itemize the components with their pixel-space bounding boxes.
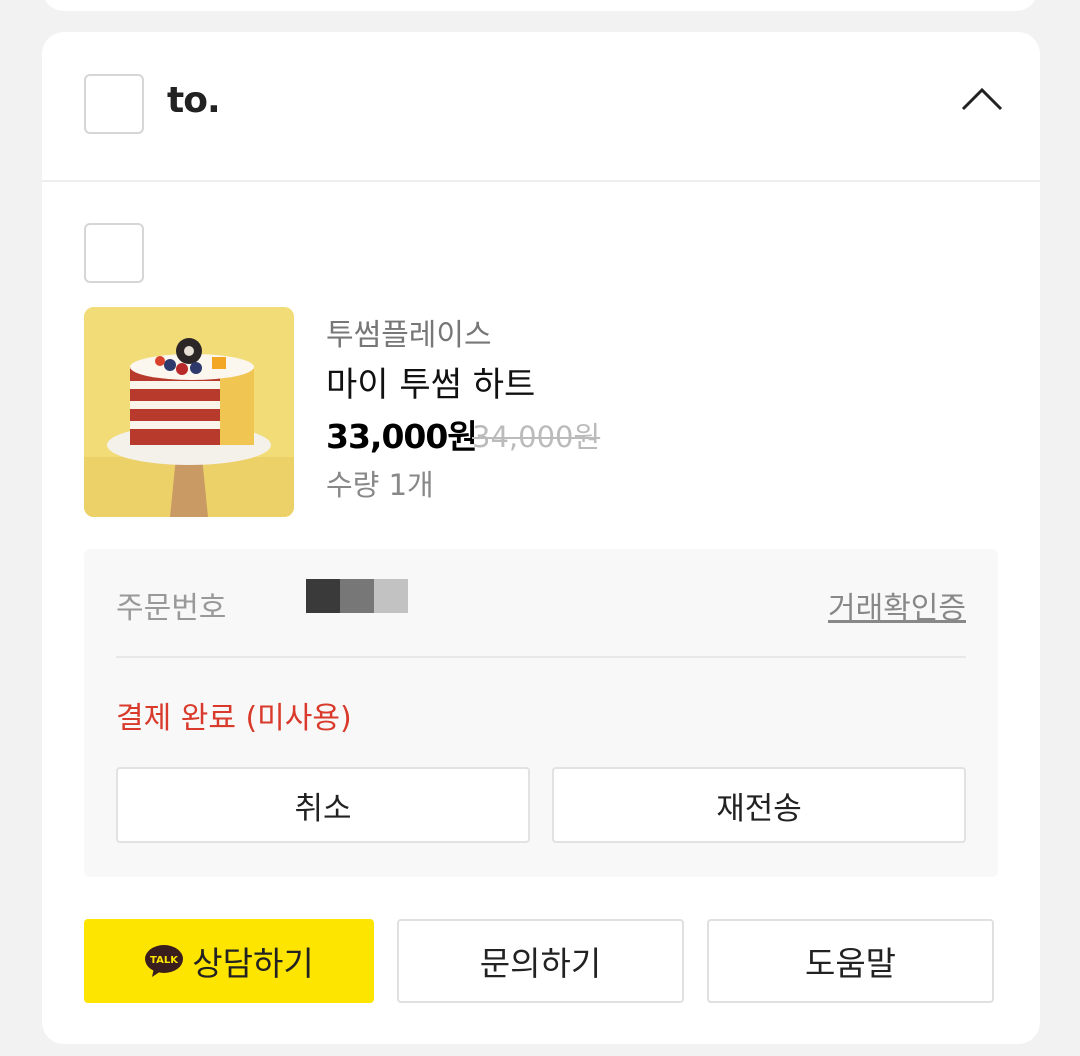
order-number-redacted: [306, 579, 408, 613]
order-status: 결제 완료 (미사용): [116, 701, 352, 736]
previous-card: [42, 0, 1038, 11]
product-name[interactable]: 마이 투썸 하트: [326, 357, 535, 406]
recipient-checkbox[interactable]: [84, 74, 144, 134]
receipt-link[interactable]: 거래확인증: [828, 583, 966, 627]
svg-text:TALK: TALK: [150, 955, 179, 966]
chevron-up-icon[interactable]: [960, 86, 1004, 112]
product-checkbox[interactable]: [84, 223, 144, 283]
divider: [116, 656, 966, 658]
sale-price: 33,000원: [326, 417, 478, 456]
product-thumbnail[interactable]: [84, 307, 294, 517]
inquiry-button[interactable]: 문의하기: [397, 919, 684, 1003]
gift-order-card: to. 투썸플레이스 마이 투썸 하트 33,000원 34,000원 수량 1…: [42, 32, 1040, 1044]
shop-name: 투썸플레이스: [326, 318, 492, 353]
consult-label: 상담하기: [192, 944, 314, 983]
order-info-box: 주문번호 거래확인증 결제 완료 (미사용) 취소 재전송: [84, 549, 998, 877]
recipient-name: to.: [167, 80, 221, 121]
divider: [42, 180, 1040, 182]
quantity: 수량 1개: [326, 468, 434, 502]
kakao-talk-icon: TALK: [145, 945, 184, 977]
consult-button[interactable]: TALK 상담하기: [84, 919, 374, 1003]
help-button[interactable]: 도움말: [707, 919, 994, 1003]
order-number-label: 주문번호: [116, 591, 227, 626]
original-price: 34,000원: [472, 420, 601, 454]
resend-button[interactable]: 재전송: [552, 767, 966, 843]
cancel-button[interactable]: 취소: [116, 767, 530, 843]
